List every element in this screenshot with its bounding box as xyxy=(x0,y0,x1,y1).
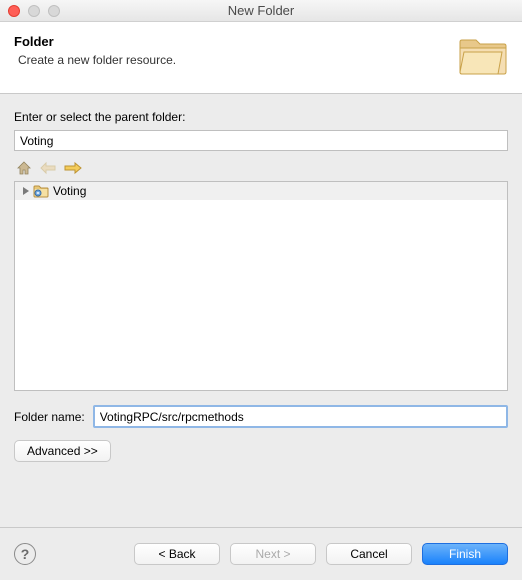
dialog-subtitle: Create a new folder resource. xyxy=(18,53,176,67)
tree-item-label: Voting xyxy=(53,184,86,198)
back-arrow-icon[interactable] xyxy=(40,161,56,175)
dialog-title: Folder xyxy=(14,34,176,49)
dialog-header: Folder Create a new folder resource. xyxy=(0,22,522,94)
back-button[interactable]: < Back xyxy=(134,543,220,565)
disclosure-triangle-icon[interactable] xyxy=(23,187,29,195)
folder-tree[interactable]: Voting xyxy=(14,181,508,391)
titlebar: New Folder xyxy=(0,0,522,22)
finish-button[interactable]: Finish xyxy=(422,543,508,565)
forward-arrow-icon[interactable] xyxy=(64,161,82,175)
project-folder-icon xyxy=(33,184,49,198)
next-button: Next > xyxy=(230,543,316,565)
cancel-button[interactable]: Cancel xyxy=(326,543,412,565)
parent-folder-label: Enter or select the parent folder: xyxy=(14,110,508,124)
advanced-button[interactable]: Advanced >> xyxy=(14,440,111,462)
help-icon[interactable]: ? xyxy=(14,543,36,565)
parent-folder-input[interactable] xyxy=(14,130,508,151)
folder-large-icon xyxy=(458,34,508,76)
home-icon[interactable] xyxy=(16,160,32,176)
folder-name-label: Folder name: xyxy=(14,410,85,424)
dialog-footer: ? < Back Next > Cancel Finish xyxy=(0,528,522,580)
tree-row[interactable]: Voting xyxy=(15,182,507,200)
nav-toolbar xyxy=(14,157,508,179)
window-title: New Folder xyxy=(0,3,522,18)
folder-name-input[interactable] xyxy=(93,405,508,428)
